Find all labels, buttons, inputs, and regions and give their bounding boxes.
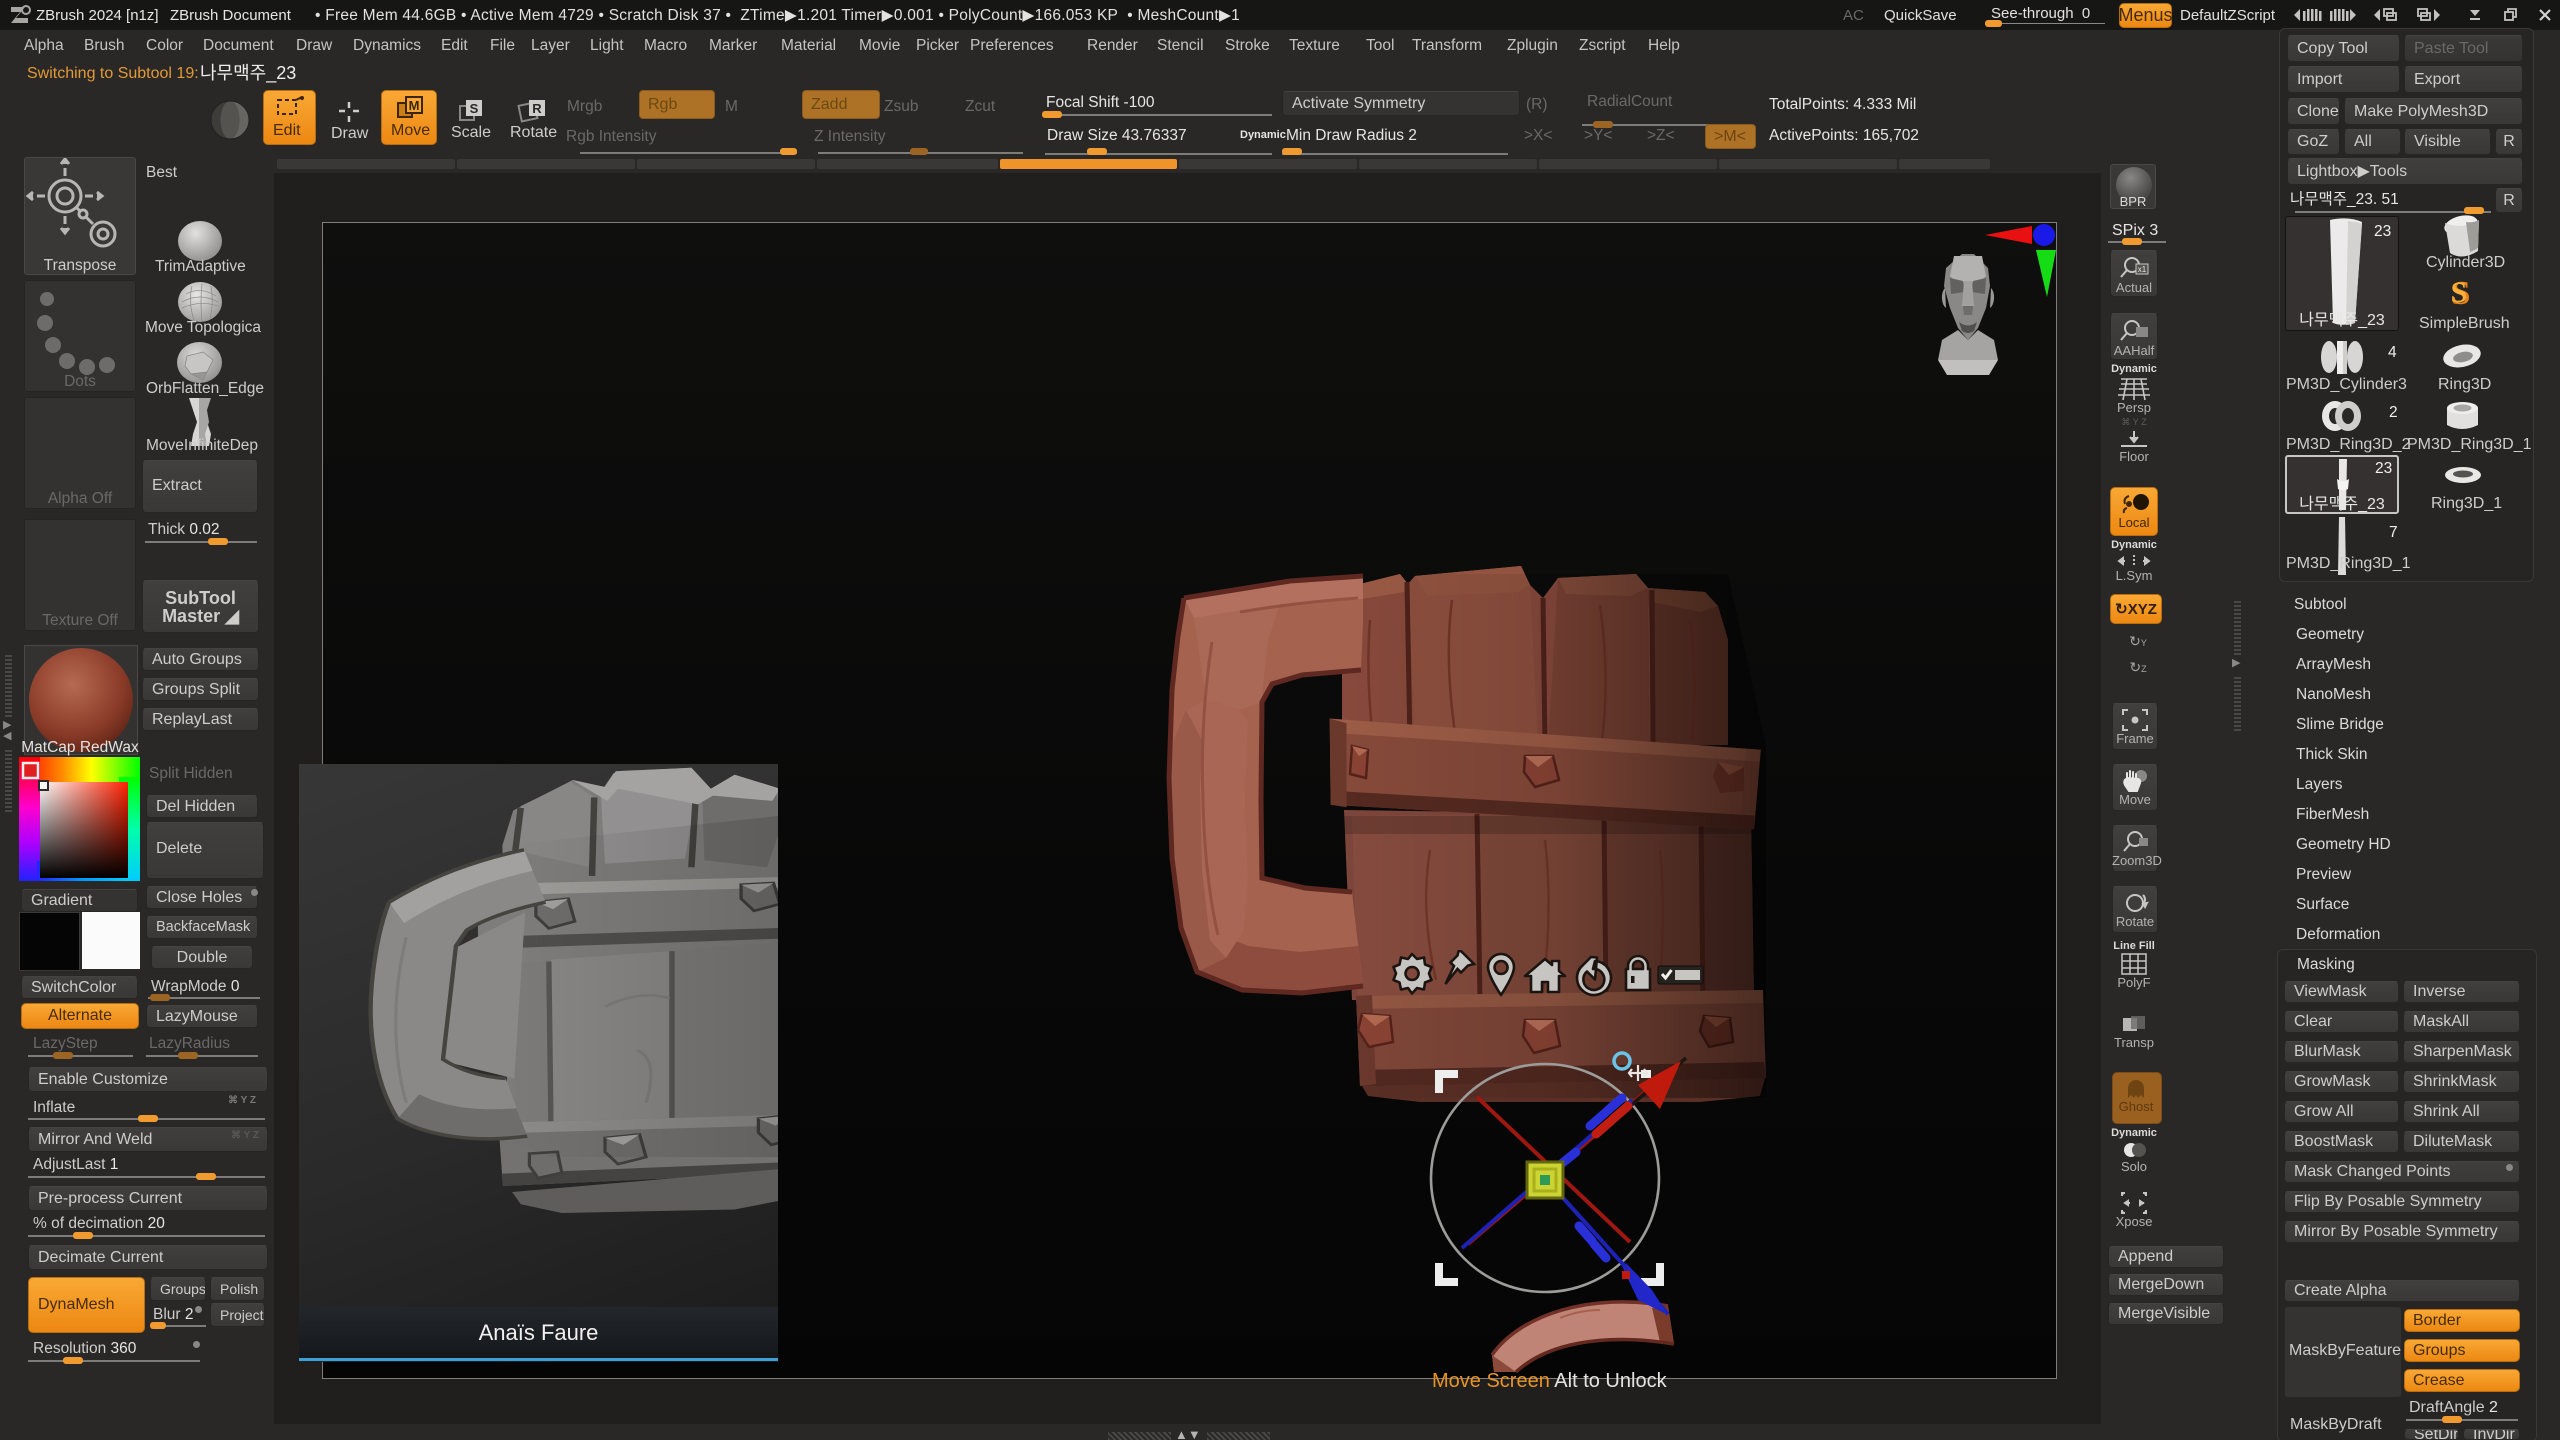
svg-text:S: S — [470, 101, 479, 116]
svg-text:M: M — [409, 98, 420, 113]
svg-text:x1: x1 — [2138, 265, 2147, 274]
svg-text:S: S — [2451, 276, 2468, 309]
svg-text:R: R — [532, 101, 542, 116]
